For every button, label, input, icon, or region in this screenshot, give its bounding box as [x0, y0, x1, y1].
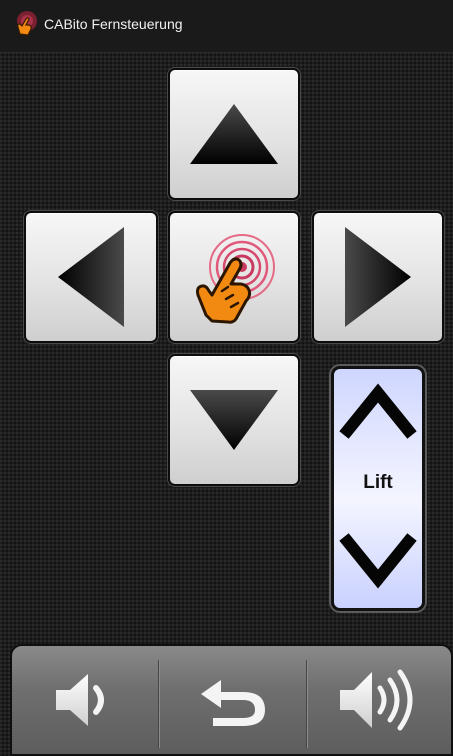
volume-down-button[interactable]	[12, 646, 158, 754]
touch-hand-icon	[196, 234, 275, 324]
app-screen: CABito Fernsteuerung Lift	[0, 0, 453, 756]
center-touch-button[interactable]	[168, 211, 300, 343]
title-bar: CABito Fernsteuerung	[0, 0, 453, 53]
lift-control: Lift	[331, 366, 425, 611]
app-title: CABito Fernsteuerung	[44, 16, 183, 32]
chevron-down-icon	[339, 533, 417, 589]
lift-label: Lift	[363, 472, 393, 493]
move-up-button[interactable]	[168, 68, 300, 200]
lift-up-button[interactable]	[334, 379, 422, 453]
hand-pointer-icon	[17, 11, 37, 36]
move-left-button[interactable]	[24, 211, 158, 343]
up-arrow-icon	[190, 104, 278, 164]
down-arrow-icon	[190, 390, 278, 450]
toolbar-divider	[158, 660, 159, 748]
toolbar-divider	[306, 660, 307, 748]
move-right-button[interactable]	[312, 211, 444, 343]
right-arrow-icon	[345, 227, 411, 327]
volume-up-button[interactable]	[308, 646, 453, 754]
bottom-toolbar	[10, 644, 453, 756]
left-arrow-icon	[58, 227, 124, 327]
move-down-button[interactable]	[168, 354, 300, 486]
volume-down-icon	[56, 674, 104, 726]
lift-down-button[interactable]	[334, 529, 422, 603]
chevron-up-icon	[339, 383, 417, 439]
volume-up-icon	[339, 669, 412, 731]
back-button[interactable]	[160, 646, 306, 754]
back-icon	[201, 680, 265, 726]
